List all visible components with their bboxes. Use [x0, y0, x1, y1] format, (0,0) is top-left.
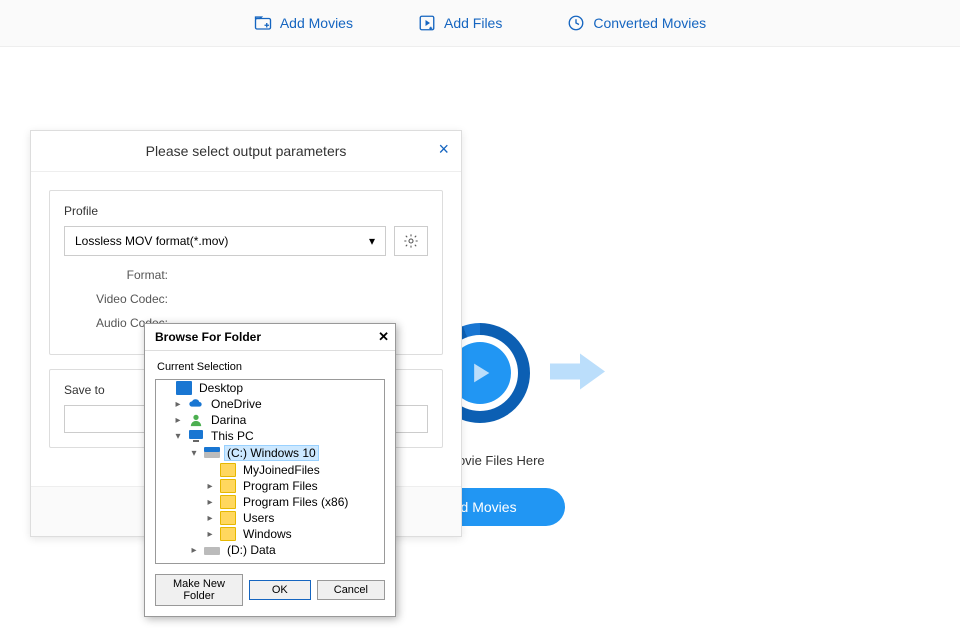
tree-item-windows[interactable]: ▸Windows	[156, 526, 384, 542]
video-codec-label: Video Codec:	[90, 292, 168, 306]
user-icon	[188, 413, 204, 427]
dialog-close-button[interactable]: ×	[438, 139, 449, 160]
expander-icon[interactable]: ▸	[204, 513, 216, 524]
chevron-down-icon: ▾	[369, 234, 375, 248]
saveto-legend: Save to	[60, 383, 109, 397]
expander-icon[interactable]: ▸	[204, 497, 216, 508]
pc-icon	[188, 429, 204, 443]
folder-icon	[220, 527, 236, 541]
browse-title: Browse For Folder	[155, 330, 261, 344]
tree-item-c-drive[interactable]: ▾(C:) Windows 10	[156, 444, 384, 462]
add-movies-top-label: Add Movies	[280, 15, 353, 31]
cloud-icon	[188, 397, 204, 411]
expander-icon[interactable]: ▸	[172, 415, 184, 426]
expander-icon[interactable]: ▸	[204, 481, 216, 492]
profile-selected-value: Lossless MOV format(*.mov)	[75, 234, 228, 248]
file-play-icon	[418, 14, 436, 32]
tree-item-program-files-x86[interactable]: ▸Program Files (x86)	[156, 494, 384, 510]
make-new-folder-button[interactable]: Make New Folder	[155, 574, 243, 606]
folder-icon	[220, 511, 236, 525]
tree-item-d-drive[interactable]: ▸(D:) Data	[156, 542, 384, 558]
tree-item-thispc[interactable]: ▾This PC	[156, 428, 384, 444]
profile-legend: Profile	[60, 204, 102, 218]
browse-for-folder-dialog: Browse For Folder ✕ Current Selection ▸D…	[144, 323, 396, 617]
converted-movies-top-label: Converted Movies	[593, 15, 706, 31]
folder-icon	[220, 463, 236, 477]
dialog-header: Please select output parameters ×	[31, 131, 461, 172]
tree-item-users[interactable]: ▸Users	[156, 510, 384, 526]
arrow-right-icon	[550, 351, 605, 394]
top-toolbar: Add Movies Add Files Converted Movies	[0, 0, 960, 47]
cancel-button[interactable]: Cancel	[317, 580, 385, 600]
format-label: Format:	[90, 268, 168, 282]
play-icon	[466, 359, 494, 387]
tree-item-desktop[interactable]: ▸Desktop	[156, 380, 384, 396]
browse-header: Browse For Folder ✕	[145, 324, 395, 351]
browse-subtitle: Current Selection	[145, 351, 395, 379]
expander-icon[interactable]: ▾	[172, 431, 184, 442]
clock-icon	[567, 14, 585, 32]
folder-icon	[220, 479, 236, 493]
tree-item-myjoined[interactable]: ▸MyJoinedFiles	[156, 462, 384, 478]
add-files-top-label: Add Files	[444, 15, 502, 31]
browse-footer: Make New Folder OK Cancel	[145, 564, 395, 616]
expander-icon[interactable]: ▸	[188, 545, 200, 556]
add-files-top-button[interactable]: Add Files	[418, 14, 502, 32]
ok-button[interactable]: OK	[249, 580, 311, 600]
tree-item-program-files[interactable]: ▸Program Files	[156, 478, 384, 494]
gear-icon	[403, 233, 419, 249]
expander-icon[interactable]: ▸	[172, 399, 184, 410]
folder-plus-icon	[254, 14, 272, 32]
folder-icon	[220, 495, 236, 509]
profile-dropdown[interactable]: Lossless MOV format(*.mov) ▾	[64, 226, 386, 256]
converted-movies-top-button[interactable]: Converted Movies	[567, 14, 706, 32]
browse-close-button[interactable]: ✕	[378, 329, 389, 345]
expander-icon[interactable]: ▾	[188, 448, 200, 459]
expander-icon[interactable]: ▸	[204, 529, 216, 540]
dialog-title: Please select output parameters	[146, 143, 347, 159]
add-movies-top-button[interactable]: Add Movies	[254, 14, 353, 32]
folder-tree[interactable]: ▸Desktop ▸OneDrive ▸Darina ▾This PC ▾(C:…	[155, 379, 385, 564]
desktop-icon	[176, 381, 192, 395]
profile-settings-button[interactable]	[394, 226, 428, 256]
drive-icon	[204, 543, 220, 557]
tree-item-onedrive[interactable]: ▸OneDrive	[156, 396, 384, 412]
drive-icon	[204, 446, 220, 460]
tree-item-user[interactable]: ▸Darina	[156, 412, 384, 428]
